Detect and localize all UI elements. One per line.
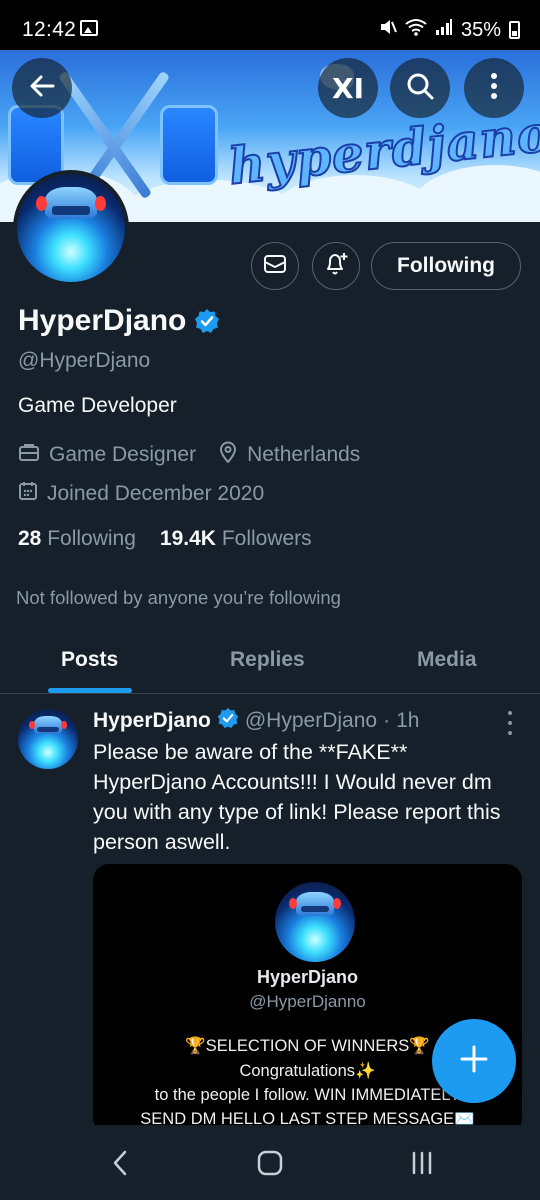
post-text: Please be aware of the **FAKE** HyperDja…	[93, 740, 501, 854]
post-author-handle: @HyperDjano	[244, 709, 378, 732]
battery-icon	[509, 21, 520, 39]
bell-plus-icon	[322, 250, 350, 283]
location-pin-icon	[218, 441, 238, 469]
back-arrow-icon	[27, 71, 57, 106]
post-time: 1h	[396, 709, 420, 732]
not-followed-text: Not followed by anyone you’re following	[16, 587, 341, 608]
notify-button[interactable]	[312, 242, 360, 290]
system-recents-button[interactable]	[402, 1147, 442, 1183]
home-square-icon	[257, 1150, 283, 1181]
display-name: HyperDjano	[18, 304, 187, 337]
media-handle: @HyperDjanno	[249, 992, 366, 1011]
avatar-eye-left	[36, 195, 48, 211]
status-icons: 35%	[379, 18, 520, 42]
following-count: 28	[18, 527, 42, 550]
search-icon	[405, 71, 435, 106]
wifi-icon	[405, 18, 427, 42]
media-line-4: SEND DM HELLO LAST STEP MESSAGE✉️	[140, 1110, 475, 1125]
post-separator: ·	[383, 709, 391, 732]
following-button[interactable]: Following	[371, 242, 521, 290]
grok-icon: XI	[331, 71, 364, 105]
followers-count: 19.4K	[159, 527, 216, 550]
more-vertical-icon	[490, 72, 498, 105]
calendar-icon	[18, 481, 38, 507]
avatar-eye-left	[28, 721, 35, 730]
mail-icon	[262, 251, 288, 282]
post-author-name[interactable]: HyperDjano	[93, 709, 211, 733]
active-tab-indicator	[48, 688, 132, 693]
back-button[interactable]	[12, 58, 72, 118]
post-author-avatar[interactable]	[18, 709, 78, 769]
status-bar: 12:42 35%	[0, 0, 540, 50]
post-header: HyperDjano @HyperDjano · 1h	[93, 707, 419, 735]
followers-label: Followers	[221, 527, 312, 550]
avatar-visor	[37, 727, 59, 732]
briefcase-icon	[18, 442, 40, 468]
chevron-left-icon	[112, 1150, 128, 1181]
avatar-eye-right	[94, 195, 106, 211]
signal-icon	[435, 18, 453, 42]
profile-joined: Joined December 2020	[47, 482, 265, 505]
profile-name-row: HyperDjano	[18, 304, 220, 338]
recents-icon	[410, 1151, 434, 1180]
profile-tabs: Posts Replies Media	[0, 628, 540, 694]
more-button[interactable]	[464, 58, 524, 118]
tab-media[interactable]: Media	[417, 648, 477, 672]
grok-button[interactable]: XI	[318, 58, 378, 118]
search-button[interactable]	[390, 58, 450, 118]
follow-stats: 28 Following 19.4K Followers	[18, 527, 312, 551]
profile-bio: Game Developer	[18, 394, 177, 417]
location-item: Netherlands	[218, 441, 360, 469]
tab-replies[interactable]: Replies	[230, 648, 305, 672]
status-time: 12:42	[22, 18, 77, 41]
profile-location: Netherlands	[247, 443, 361, 466]
message-button[interactable]	[251, 242, 299, 290]
profile-avatar[interactable]	[13, 170, 129, 286]
gallery-icon	[80, 20, 98, 36]
followers-stat[interactable]: 19.4K Followers	[160, 527, 312, 551]
avatar-visor	[300, 906, 330, 913]
avatar-eye-right	[61, 721, 68, 730]
media-name: HyperDjano	[256, 967, 359, 987]
battery-percent: 35%	[460, 18, 501, 41]
profile-category: Game Designer	[49, 443, 197, 466]
verified-badge-icon[interactable]	[194, 308, 220, 334]
joined-item: Joined December 2020	[18, 481, 264, 507]
avatar-eye-right	[332, 898, 341, 910]
compose-button[interactable]	[432, 1019, 516, 1103]
system-home-button[interactable]	[250, 1147, 290, 1183]
avatar-visor	[51, 206, 91, 216]
post-more-icon[interactable]	[504, 711, 516, 735]
plus-icon	[459, 1044, 489, 1079]
following-label: Following	[47, 527, 136, 550]
joined-row: Joined December 2020	[18, 481, 264, 507]
profile-handle: @HyperDjano	[18, 349, 151, 372]
system-back-button[interactable]	[100, 1147, 140, 1183]
mute-icon	[379, 18, 397, 42]
media-avatar	[275, 882, 355, 962]
tab-posts[interactable]: Posts	[61, 648, 118, 672]
profile-meta-row: Game Designer Netherlands	[18, 441, 360, 469]
system-nav-bar	[0, 1127, 540, 1200]
following-stat[interactable]: 28 Following	[18, 527, 136, 551]
verified-badge-icon	[217, 707, 239, 735]
category-item: Game Designer	[18, 442, 196, 468]
